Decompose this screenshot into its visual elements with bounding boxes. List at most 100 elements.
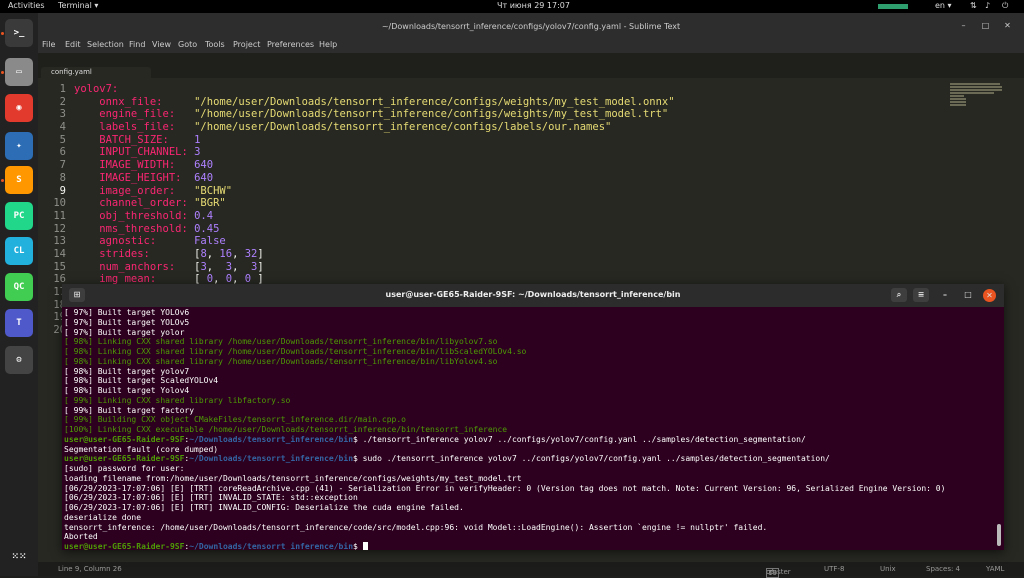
close-icon[interactable]: ✕ — [1002, 20, 1013, 31]
menu-find[interactable]: Find — [129, 40, 145, 49]
code-line: agnostic: False — [74, 235, 226, 248]
dock-settings-icon[interactable]: ⚙ — [5, 346, 33, 374]
dock-terminal-icon[interactable]: >_ — [5, 19, 33, 47]
menu-selection[interactable]: Selection — [87, 40, 124, 49]
minimap[interactable] — [950, 83, 1010, 113]
clock[interactable]: Чт июня 29 17:07 — [497, 1, 570, 10]
code-line: onnx_file: "/home/user/Downloads/tensorr… — [74, 95, 675, 108]
dock-files-icon[interactable]: ▭ — [5, 58, 33, 86]
terminal-line: user@user-GE65-Raider-9SF:~/Downloads/te… — [64, 434, 806, 444]
volume-icon[interactable]: ♪ — [985, 1, 990, 10]
menu-file[interactable]: File — [42, 40, 55, 49]
line-endings[interactable]: Unix — [880, 565, 896, 573]
tab-config-yaml[interactable]: config.yaml — [41, 67, 151, 78]
terminal-line: [ 98%] Built target Yolov4 — [64, 386, 190, 395]
menu-icon[interactable]: ≡ — [913, 288, 929, 302]
syntax[interactable]: YAML — [986, 565, 1004, 573]
maximize-icon[interactable]: □ — [980, 20, 991, 31]
terminal-line: loading filename from:/home/user/Downloa… — [64, 473, 522, 483]
terminal-line: [ 97%] Built target YOLOv5 — [64, 317, 190, 327]
line-number: 13 — [53, 235, 66, 248]
terminal-line: [06/29/2023-17:07:06] [E] [TRT] INVALID_… — [64, 493, 358, 503]
language-selector[interactable]: en ▾ — [935, 1, 952, 10]
terminal-line: Aborted — [64, 532, 98, 542]
running-indicator — [1, 32, 4, 35]
running-indicator — [1, 179, 4, 182]
dock: >_ ▭ ◉ ✦ S PC CL QC T ⚙ ⁙⁙ — [0, 13, 38, 576]
dock-teams-icon[interactable]: T — [5, 309, 33, 337]
code-line: image_order: "BCHW" — [74, 184, 233, 197]
code-line: strides: [8, 16, 32] — [74, 247, 264, 260]
apps-grid-icon[interactable]: ⁙⁙ — [5, 543, 33, 571]
window-title: ~/Downloads/tensorrt_inference/configs/y… — [381, 22, 681, 31]
close-icon[interactable]: ✕ — [983, 289, 996, 302]
code-line: num_anchors: [3, 3, 3] — [74, 260, 264, 273]
code-line: obj_threshold: 0.4 — [74, 209, 214, 222]
maximize-icon[interactable]: □ — [960, 288, 976, 302]
minimize-icon[interactable]: – — [958, 20, 969, 31]
terminal-line: [ 97%] Built target yolor — [64, 327, 185, 337]
terminal-line: [ 98%] Built target yolov7 — [64, 366, 190, 376]
terminal-line: [ 98%] Linking CXX shared library /home/… — [64, 337, 498, 347]
dock-app-blue-icon[interactable]: ✦ — [5, 132, 33, 160]
code-line: nms_threshold: 0.45 — [74, 222, 220, 235]
code-line: channel_order: "BGR" — [74, 197, 226, 210]
terminal-line: deserialize done — [64, 512, 142, 522]
terminal-line: [06/29/2023-17:07:06] [E] [TRT] INVALID_… — [64, 503, 464, 512]
menu-bar: File Edit Selection Find View Goto Tools Projec… — [38, 38, 1024, 53]
line-number: 8 — [59, 171, 66, 184]
tab-bar: config.yaml — [38, 53, 1024, 78]
indicator-bar — [878, 4, 908, 9]
terminal-line: user@user-GE65-Raider-9SF:~/Downloads/te… — [64, 454, 830, 464]
code-line: yolov7: — [74, 83, 119, 95]
line-number: 9 — [59, 184, 66, 197]
terminal-line: tensorrt_inference: /home/user/Downloads… — [64, 522, 768, 532]
terminal-scrollbar[interactable] — [997, 524, 1001, 546]
menu-project[interactable]: Project — [233, 40, 260, 49]
terminal-line: [ 98%] Linking CXX shared library /home/… — [64, 347, 527, 356]
terminal-cursor — [362, 542, 368, 550]
line-number: 12 — [53, 222, 66, 235]
indentation[interactable]: Spaces: 4 — [926, 565, 960, 573]
code-line: IMAGE_WIDTH: 640 — [74, 159, 214, 172]
menu-view[interactable]: View — [152, 40, 171, 49]
minimize-icon[interactable]: – — [937, 288, 953, 302]
terminal-line: [ 98%] Built target ScaledYOLOv4 — [64, 376, 219, 386]
dock-clion-icon[interactable]: CL — [5, 237, 33, 265]
encoding[interactable]: UTF-8 — [824, 565, 844, 573]
terminal-line: [06/29/2023-17:07:06] [E] [TRT] coreRead… — [64, 483, 946, 493]
menu-help[interactable]: Help — [319, 40, 337, 49]
terminal-line: [sudo] password for user: — [64, 464, 185, 473]
code-line: BATCH_SIZE: 1 — [74, 133, 201, 146]
cursor-position[interactable]: Line 9, Column 26 — [58, 565, 122, 573]
app-menu[interactable]: Terminal ▾ — [58, 1, 98, 10]
terminal-line: [ 99%] Linking CXX shared library libfac… — [64, 395, 291, 405]
menu-preferences[interactable]: Preferences — [267, 40, 314, 49]
menu-tools[interactable]: Tools — [205, 40, 225, 49]
line-number: 7 — [59, 159, 66, 172]
dock-sublime-icon[interactable]: S — [5, 166, 33, 194]
dock-chrome-icon[interactable]: ◉ — [5, 94, 33, 122]
code-line: IMAGE_HEIGHT: 640 — [74, 171, 214, 184]
status-bar: Line 9, Column 26 ⎇ master 19 UTF-8 Unix… — [38, 562, 1024, 578]
new-tab-icon[interactable]: ⊞ — [69, 288, 85, 302]
menu-edit[interactable]: Edit — [65, 40, 81, 49]
terminal-output[interactable]: [ 97%] Built target YOLOv6[ 97%] Built t… — [64, 308, 994, 550]
dock-pycharm-icon[interactable]: PC — [5, 202, 33, 230]
code-line: labels_file: "/home/user/Downloads/tenso… — [74, 121, 612, 134]
terminal-line: [ 98%] Linking CXX shared library /home/… — [64, 356, 498, 366]
dock-qt-icon[interactable]: QC — [5, 273, 33, 301]
sublime-titlebar: ~/Downloads/tensorrt_inference/configs/y… — [38, 13, 1024, 38]
terminal-line: [ 97%] Built target YOLOv6 — [64, 308, 190, 317]
activities-button[interactable]: Activities — [8, 1, 45, 10]
terminal-line: Segmentation fault (core dumped) — [64, 444, 219, 454]
line-number: 6 — [59, 146, 66, 159]
network-icon[interactable]: ⇅ — [970, 1, 977, 10]
power-icon[interactable]: ⏻ — [1002, 1, 1008, 11]
branch-count: 19 — [766, 568, 779, 578]
menu-goto[interactable]: Goto — [178, 40, 197, 49]
code-line: INPUT_CHANNEL: 3 — [74, 146, 201, 159]
line-number: 5 — [59, 133, 66, 146]
terminal-line: [ 99%] Building CXX object CMakeFiles/te… — [64, 415, 406, 425]
search-icon[interactable]: ⌕ — [891, 288, 907, 302]
